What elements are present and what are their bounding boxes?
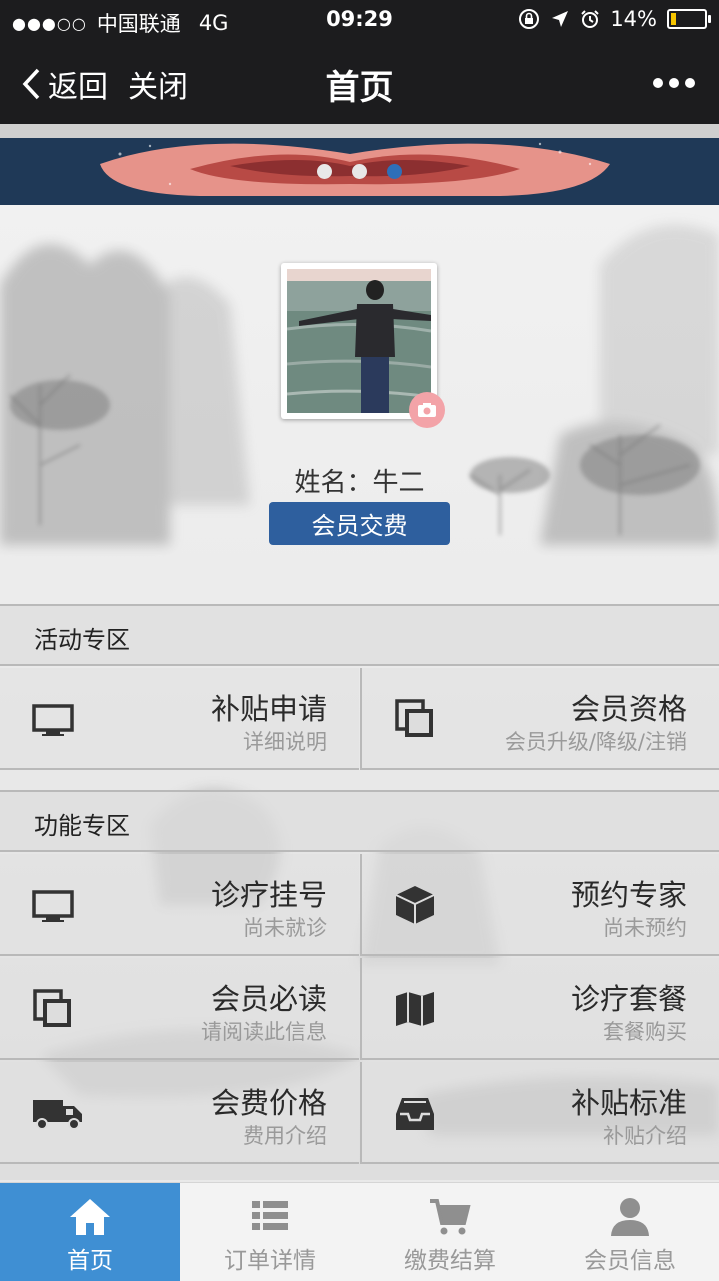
navigation-bar: 返回 关闭 首页	[0, 40, 719, 124]
tab-payment-settlement[interactable]: 缴费结算	[360, 1183, 540, 1281]
rotation-lock-icon	[519, 9, 540, 29]
carousel-dot[interactable]	[387, 164, 402, 179]
section-title: 功能专区	[34, 812, 130, 840]
location-icon	[552, 11, 569, 27]
tab-label: 订单详情	[224, 1248, 316, 1274]
section-header-functions: 功能专区	[0, 790, 719, 852]
home-icon	[70, 1199, 110, 1235]
tab-label: 缴费结算	[404, 1248, 496, 1274]
copy-icon	[395, 699, 433, 737]
cube-icon	[395, 886, 435, 924]
grid-item-title: 会费价格	[210, 1086, 327, 1120]
grid-item-title: 会员资格	[570, 692, 687, 726]
battery-icon	[667, 9, 711, 29]
alarm-icon	[581, 10, 600, 28]
grid-item-title: 诊疗挂号	[210, 878, 327, 912]
grid-item-membership-qualification[interactable]: 会员资格 会员升级/降级/注销	[360, 668, 719, 770]
grid-item-title: 诊疗套餐	[570, 982, 687, 1016]
tab-home[interactable]: 首页	[0, 1183, 180, 1281]
grid-item-subtitle: 请阅读此信息	[201, 1020, 327, 1044]
user-name: 姓名：牛二	[294, 468, 425, 498]
map-icon	[396, 992, 434, 1026]
membership-payment-button[interactable]: 会员交费	[269, 502, 450, 545]
grid-item-subtitle: 会员升级/降级/注销	[504, 730, 687, 754]
tab-member-info[interactable]: 会员信息	[540, 1183, 719, 1281]
grid-item-book-expert[interactable]: 预约专家 尚未预约	[360, 854, 719, 956]
banner-carousel[interactable]	[0, 124, 719, 205]
status-bar: ●●●○○ 中国联通 4G 09:29 14%	[0, 0, 719, 40]
grid-item-title: 会员必读	[210, 982, 327, 1016]
tab-order-details[interactable]: 订单详情	[180, 1183, 360, 1281]
page-title: 首页	[325, 68, 394, 108]
inbox-icon	[396, 1098, 434, 1130]
carousel-indicator[interactable]	[317, 164, 402, 179]
list-icon	[252, 1201, 288, 1230]
section-title: 活动专区	[34, 626, 130, 654]
section-header-activities: 活动专区	[0, 604, 719, 666]
grid-item-title: 补贴申请	[210, 692, 327, 726]
grid-item-treatment-package[interactable]: 诊疗套餐 套餐购买	[360, 958, 719, 1060]
grid-item-subtitle: 补贴介绍	[603, 1124, 687, 1148]
profile-photo	[287, 269, 431, 413]
bottom-tab-bar: 首页 订单详情 缴费结算 会员信息	[0, 1182, 719, 1281]
battery-percent: 14%	[610, 7, 657, 31]
carousel-dot[interactable]	[317, 164, 332, 179]
grid-item-subtitle: 详细说明	[243, 730, 327, 754]
grid-item-subsidy-standard[interactable]: 补贴标准 补贴介绍	[360, 1062, 719, 1164]
camera-icon	[418, 403, 436, 417]
cart-icon	[430, 1199, 471, 1235]
carousel-dot[interactable]	[352, 164, 367, 179]
grid-item-subtitle: 费用介绍	[243, 1124, 327, 1148]
grid-item-subtitle: 尚未就诊	[243, 916, 327, 940]
truck-icon	[33, 1100, 82, 1130]
tab-label: 会员信息	[584, 1248, 676, 1274]
grid-item-subsidy-application[interactable]: 补贴申请 详细说明	[0, 668, 359, 770]
grid-item-subtitle: 套餐购买	[603, 1020, 687, 1044]
grid-item-subtitle: 尚未预约	[603, 916, 687, 940]
more-menu-button[interactable]	[653, 78, 695, 88]
monitor-icon	[32, 704, 74, 736]
grid-item-title: 补贴标准	[570, 1086, 687, 1120]
tab-label: 首页	[67, 1248, 113, 1274]
grid-item-registration[interactable]: 诊疗挂号 尚未就诊	[0, 854, 359, 956]
monitor-icon	[32, 890, 74, 922]
grid-item-member-must-read[interactable]: 会员必读 请阅读此信息	[0, 958, 359, 1060]
user-icon	[611, 1198, 649, 1236]
copy-icon	[33, 989, 71, 1027]
grid-item-title: 预约专家	[570, 878, 687, 912]
change-avatar-button[interactable]	[409, 392, 445, 428]
grid-item-membership-fee[interactable]: 会费价格 费用介绍	[0, 1062, 359, 1164]
avatar[interactable]	[281, 263, 437, 419]
